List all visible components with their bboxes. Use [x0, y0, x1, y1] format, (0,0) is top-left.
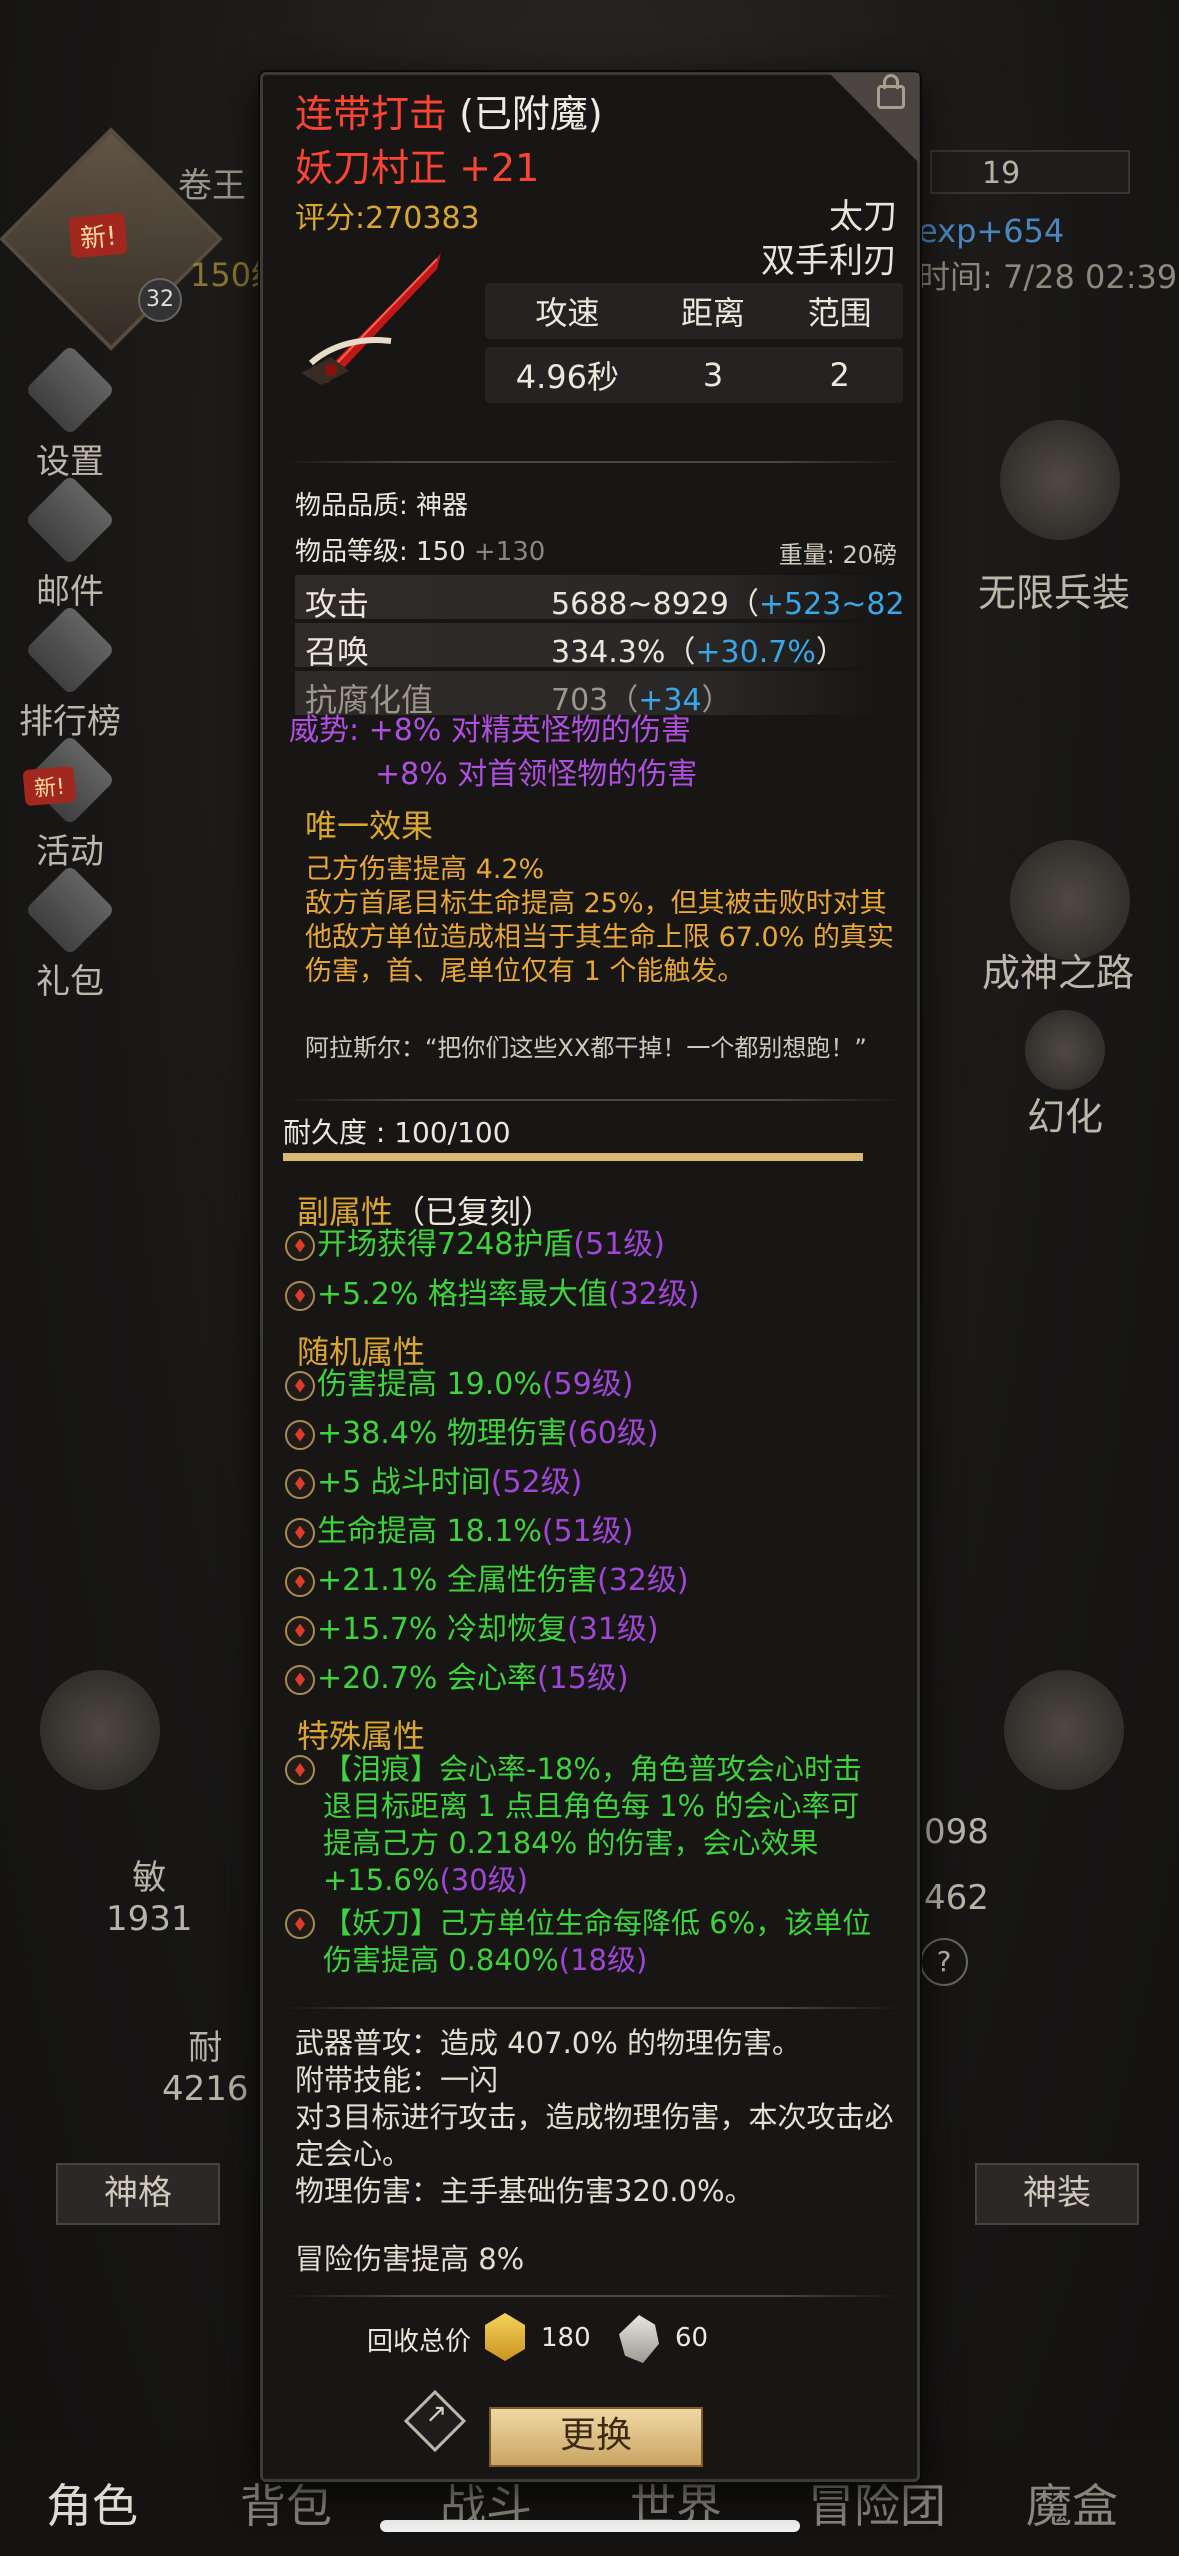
equipment-icon[interactable]	[1004, 1670, 1124, 1790]
special-affix-tear: 【泪痕】会心率-18%，角色普攻会心时击退目标距离 1 点且角色每 1% 的会心…	[285, 1751, 885, 1899]
menu-activity[interactable]: 活动	[0, 734, 140, 873]
item-weight: 重量: 20磅	[778, 541, 897, 569]
random-affix: +20.7% 会心率(15级)	[285, 1659, 629, 1699]
stat-agility: 敏 1931	[106, 1858, 193, 1939]
home-indicator	[380, 2520, 800, 2532]
weapon-spec-table: 攻速 距离 范围 4.96秒 3 2	[485, 283, 903, 403]
menu-transform[interactable]: 幻化	[1027, 1086, 1103, 1141]
item-level: 物品等级: 150 +130	[295, 537, 546, 567]
flavor-quote: 阿拉斯尔：“把你们这些XX都干掉！一个都别想跑！”	[305, 1034, 867, 1062]
gear-icon	[24, 344, 116, 436]
player-name: 卷王	[178, 166, 246, 206]
gem-socket-icon	[285, 1230, 315, 1261]
activity-new-badge: 新!	[22, 765, 77, 807]
durability-label: 耐久度 : 100/100	[283, 1116, 511, 1149]
gem-socket-icon	[285, 1419, 315, 1450]
gem-socket-icon	[285, 1370, 315, 1401]
adventure-bonus: 冒险伤害提高 8%	[295, 2242, 525, 2276]
durability-fill	[283, 1153, 863, 1161]
stat-endurance: 耐 4216	[162, 2028, 249, 2109]
divider	[283, 461, 903, 463]
menu-infinite-arms[interactable]: 无限兵装	[978, 562, 1130, 617]
divider	[283, 1099, 903, 1101]
exp-text: exp+654	[918, 212, 1065, 250]
lock-icon[interactable]	[877, 74, 905, 109]
durability-bar	[283, 1153, 863, 1161]
enchant-title: 连带打击 (已附魔)	[295, 92, 603, 136]
tab-magic-box[interactable]: 魔盒	[1026, 2470, 1118, 2536]
gift-icon	[24, 864, 116, 956]
item-name: 妖刀村正 +21	[295, 146, 540, 190]
random-affix: 伤害提高 19.0%(59级)	[285, 1365, 633, 1405]
unique-effect-body: 己方伤害提高 4.2% 敌方首尾目标生命提高 25%，但其被击败时对其他敌方单位…	[305, 854, 894, 987]
stat-right-1: 098	[924, 1812, 989, 1852]
mail-icon	[24, 474, 116, 566]
transform-icon[interactable]	[1025, 1010, 1105, 1090]
special-affix-demon-blade: 【妖刀】己方单位生命每降低 6%，该单位伤害提高 0.840%(18级)	[285, 1905, 885, 1979]
item-quality: 物品品质: 神器	[295, 491, 469, 521]
time-text: 时间: 7/28 02:39	[918, 258, 1178, 296]
resource-counter: 19	[930, 150, 1130, 194]
share-icon[interactable]	[403, 2389, 467, 2453]
sub-affix: 开场获得7248护盾(51级)	[285, 1225, 665, 1265]
spec-header-row: 攻速 距离 范围	[485, 283, 903, 339]
player-level-badge: 32	[138, 278, 182, 322]
recycle-silver-value: 60	[675, 2323, 709, 2353]
random-affix: +38.4% 物理伤害(60级)	[285, 1414, 659, 1454]
gem-socket-icon	[285, 1280, 315, 1311]
item-tooltip-panel: 连带打击 (已附魔) 妖刀村正 +21 评分:270383 太刀 双手利刃 攻速…	[260, 72, 920, 2482]
weapon-type: 太刀	[829, 197, 897, 237]
gem-socket-icon	[285, 1909, 315, 1939]
gem-socket-icon	[285, 1566, 315, 1597]
new-badge: 新!	[68, 212, 129, 259]
menu-settings[interactable]: 设置	[0, 344, 140, 483]
sub-affix: +5.2% 格挡率最大值(32级)	[285, 1275, 699, 1315]
random-affix: 生命提高 18.1%(51级)	[285, 1512, 633, 1552]
god-gear-button[interactable]: 神装	[975, 2163, 1139, 2225]
divider	[283, 2295, 903, 2297]
menu-mail[interactable]: 邮件	[0, 474, 140, 613]
item-score: 评分:270383	[295, 201, 480, 236]
silver-ore-icon	[619, 2315, 659, 2363]
attr-summon: 召唤 334.3%（+30.7%）	[295, 623, 885, 671]
weapon-skill-text: 武器普攻：造成 407.0% 的物理伤害。 附带技能：一闪 对3目标进行攻击，造…	[295, 2026, 894, 2208]
gem-socket-icon	[285, 1664, 315, 1695]
leaderboard-icon	[24, 604, 116, 696]
stat-right-2: 462	[924, 1878, 989, 1918]
random-affix: +15.7% 冷却恢复(31级)	[285, 1610, 659, 1650]
lock-corner	[829, 73, 919, 163]
tab-character[interactable]: 角色	[46, 2470, 138, 2536]
helmet-icon[interactable]	[40, 1670, 160, 1790]
infinite-arms-icon[interactable]	[1000, 420, 1120, 540]
recycle-label: 回收总价	[367, 2327, 472, 2357]
random-affix: +21.1% 全属性伤害(32级)	[285, 1561, 689, 1601]
gem-socket-icon	[285, 1615, 315, 1646]
gold-coin-icon	[485, 2313, 525, 2361]
recycle-gold-value: 180	[541, 2323, 591, 2353]
divider	[283, 2007, 903, 2009]
spec-value-row: 4.96秒 3 2	[485, 347, 903, 403]
gem-socket-icon	[285, 1468, 315, 1499]
menu-gift[interactable]: 礼包	[0, 864, 140, 1003]
unique-effect-title: 唯一效果	[305, 807, 434, 845]
help-icon[interactable]: ?	[920, 1938, 968, 1986]
menu-leaderboard[interactable]: 排行榜	[0, 604, 140, 743]
prestige-line-2: +8% 对首领怪物的伤害	[375, 757, 698, 792]
divinity-button[interactable]: 神格	[56, 2163, 220, 2225]
swap-button[interactable]: 更换	[489, 2407, 703, 2467]
gem-socket-icon	[285, 1517, 315, 1548]
gem-socket-icon	[285, 1755, 315, 1785]
attr-attack: 攻击 5688~8929（+523~82	[295, 575, 905, 623]
katana-icon	[301, 253, 441, 385]
hand-type: 双手利刃	[761, 241, 897, 281]
random-affix: +5 战斗时间(52级)	[285, 1463, 582, 1503]
prestige-line-1: 威势: +8% 对精英怪物的伤害	[289, 713, 691, 748]
menu-godhood-road[interactable]: 成神之路	[982, 942, 1134, 997]
